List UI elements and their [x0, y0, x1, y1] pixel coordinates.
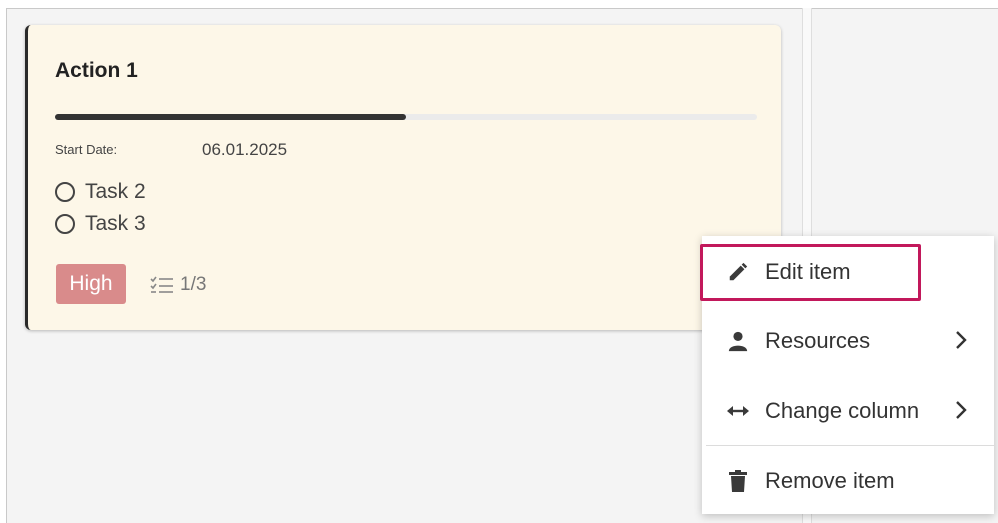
checklist-icon	[150, 276, 173, 293]
task-item[interactable]: Task 2	[55, 179, 146, 205]
task-checkbox[interactable]	[55, 182, 75, 202]
menu-item-label: Remove item	[765, 468, 895, 493]
horizontal-arrows-icon	[726, 399, 750, 423]
menu-separator	[706, 445, 994, 446]
task-checkbox[interactable]	[55, 214, 75, 234]
person-icon	[726, 329, 750, 353]
kanban-card[interactable]: Action 1 Start Date: 06.01.2025 Task 2 T…	[25, 25, 781, 330]
chevron-right-icon	[954, 399, 968, 427]
menu-item-remove-item[interactable]: Remove item	[702, 451, 994, 511]
start-date-value: 06.01.2025	[202, 140, 288, 159]
checklist-count-text: 1/3	[180, 274, 207, 295]
trash-icon	[726, 469, 750, 493]
menu-item-label: Change column	[765, 398, 920, 423]
progress-bar	[55, 114, 757, 120]
priority-badge: High	[56, 264, 126, 304]
menu-item-label: Resources	[765, 328, 871, 353]
menu-item-change-column[interactable]: Change column	[702, 381, 994, 441]
task-label: Task 2	[85, 180, 146, 203]
start-date-label: Start Date:	[55, 142, 118, 157]
menu-item-label: Edit item	[765, 259, 851, 284]
menu-item-edit-item[interactable]: Edit item	[702, 242, 994, 302]
pencil-icon	[726, 260, 750, 284]
chevron-right-icon	[954, 329, 968, 357]
menu-item-resources[interactable]: Resources	[702, 311, 994, 371]
progress-bar-fill	[55, 114, 406, 120]
context-menu: Edit item Resources Change column Remove…	[702, 236, 994, 514]
checklist-count: 1/3	[150, 274, 206, 296]
task-item[interactable]: Task 3	[55, 211, 146, 237]
card-title: Action 1	[55, 59, 138, 82]
task-label: Task 3	[85, 212, 146, 235]
